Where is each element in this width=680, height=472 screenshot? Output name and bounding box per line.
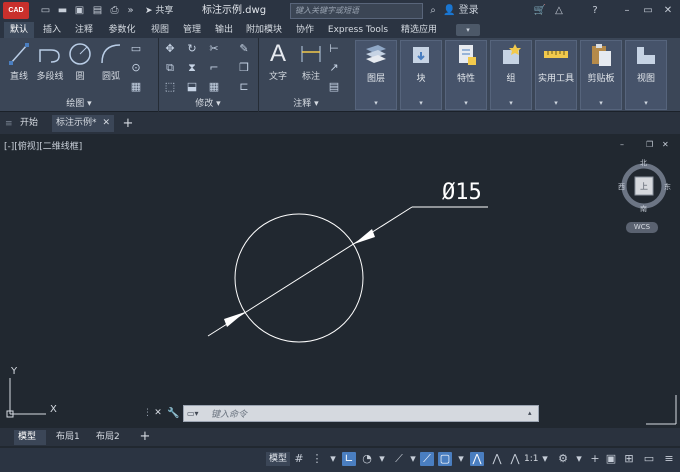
customize-status-icon[interactable]: ≡ xyxy=(662,452,676,466)
annotation-visibility-icon[interactable]: ⋀ xyxy=(470,452,484,466)
auto-scale-icon[interactable]: ⋀ xyxy=(490,452,504,466)
workspace-dropdown-icon[interactable]: ▾ xyxy=(572,452,586,466)
object-snap-dropdown-icon[interactable]: ▾ xyxy=(454,452,468,466)
workspace-gear-icon[interactable]: ⚙ xyxy=(556,452,570,466)
tab-layout2[interactable]: 布局2 xyxy=(92,430,126,445)
viewcube-top-label[interactable]: 上 xyxy=(640,181,648,192)
polar-tracking-icon[interactable]: ◔ xyxy=(360,452,374,466)
clean-screen-icon[interactable]: ▭ xyxy=(642,452,656,466)
polar-dropdown-icon[interactable]: ▾ xyxy=(375,452,389,466)
ucs-x-label: X xyxy=(50,404,57,415)
command-expand-icon[interactable]: ▴ xyxy=(528,408,538,419)
isodraft-icon[interactable]: ⟋ xyxy=(392,452,406,466)
command-close-icon[interactable]: ✕ xyxy=(152,405,164,422)
command-history-icon[interactable]: ▭▾ xyxy=(187,408,207,419)
viewcube-east[interactable]: 东 xyxy=(664,182,671,192)
model-space-button[interactable]: 模型 xyxy=(266,452,291,466)
annotation-scale[interactable]: 1:1 xyxy=(524,452,538,466)
wcs-menu[interactable]: WCS xyxy=(626,222,658,233)
command-grip[interactable]: ⋮ xyxy=(143,405,152,422)
tab-model[interactable]: 模型 xyxy=(14,430,46,445)
command-input[interactable]: 键入命令 xyxy=(211,407,247,420)
annotation-scale-icon[interactable]: ⋀ xyxy=(508,452,522,466)
ortho-icon[interactable]: ∟ xyxy=(342,452,356,466)
viewcube-south[interactable]: 南 xyxy=(640,204,647,214)
viewcube-west[interactable]: 西 xyxy=(618,182,625,192)
viewcube-north[interactable]: 北 xyxy=(640,158,647,168)
plus-icon[interactable]: + xyxy=(588,452,602,466)
object-snap-tracking-icon[interactable]: ⟋ xyxy=(420,452,434,466)
drawing-geometry xyxy=(6,163,677,425)
dimension-text[interactable]: Ø15 xyxy=(442,180,482,206)
snap-icon[interactable]: ⋮ xyxy=(310,452,324,466)
isolate-objects-icon[interactable]: ▣ xyxy=(604,452,618,466)
dimension-arrow-lower xyxy=(224,312,245,327)
command-customize-icon[interactable]: 🔧 xyxy=(167,405,179,422)
hardware-acceleration-icon[interactable]: ⊞ xyxy=(622,452,636,466)
add-layout-button[interactable]: + xyxy=(138,429,152,444)
isodraft-dropdown-icon[interactable]: ▾ xyxy=(406,452,420,466)
tab-layout1[interactable]: 布局1 xyxy=(52,430,86,445)
dimension-arrow-upper xyxy=(354,229,375,244)
grid-icon[interactable]: # xyxy=(292,452,306,466)
object-snap-icon[interactable]: ▢ xyxy=(438,452,452,466)
scale-dropdown-icon[interactable]: ▾ xyxy=(538,452,552,466)
ucs-y-label: Y xyxy=(11,366,18,377)
snap-dropdown-icon[interactable]: ▾ xyxy=(326,452,340,466)
